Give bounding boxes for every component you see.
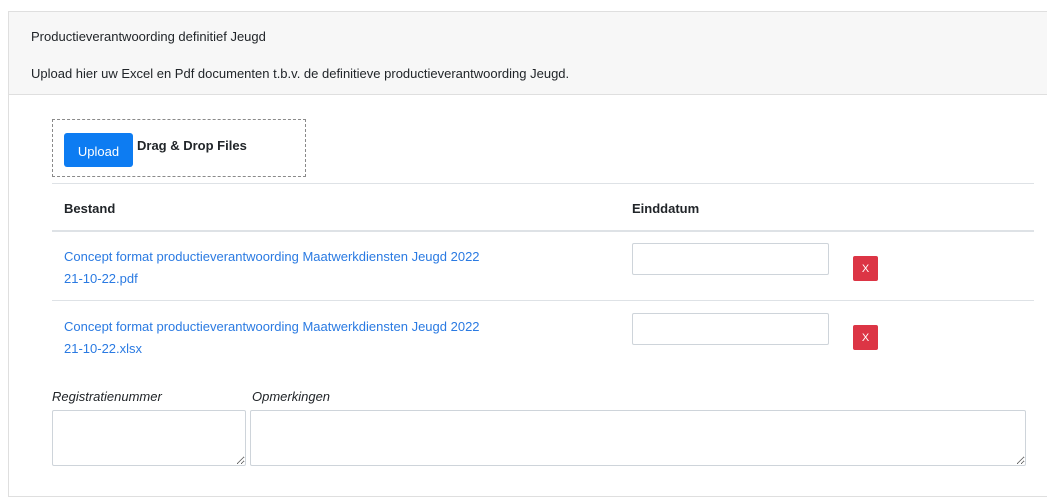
page-title: Productieverantwoording definitief Jeugd: [31, 29, 266, 44]
einddatum-input[interactable]: [632, 313, 829, 345]
upload-button[interactable]: Upload: [64, 133, 133, 167]
column-header-einddatum: Einddatum: [632, 201, 700, 216]
registratienummer-textarea[interactable]: [52, 410, 246, 466]
page-subtitle: Upload hier uw Excel en Pdf documenten t…: [31, 66, 570, 81]
opmerkingen-textarea[interactable]: [250, 410, 1026, 466]
card-header: Productieverantwoording definitief Jeugd…: [9, 12, 1047, 95]
einddatum-input[interactable]: [632, 243, 829, 275]
file-name-line1: Concept format productieverantwoording M…: [64, 249, 480, 264]
table-divider: [52, 300, 1034, 301]
registratienummer-label: Registratienummer: [52, 389, 162, 404]
file-link[interactable]: Concept format productieverantwoording M…: [64, 246, 624, 290]
file-link[interactable]: Concept format productieverantwoording M…: [64, 316, 624, 360]
column-header-bestand: Bestand: [64, 201, 116, 216]
table-divider: [52, 183, 1034, 184]
opmerkingen-label: Opmerkingen: [252, 389, 331, 404]
file-name-line1: Concept format productieverantwoording M…: [64, 319, 480, 334]
delete-file-button[interactable]: X: [853, 256, 878, 281]
file-name-line2: 21-10-22.pdf: [64, 271, 138, 286]
table-header-divider: [52, 230, 1034, 232]
drag-drop-label: Drag & Drop Files: [137, 138, 247, 153]
delete-file-button[interactable]: X: [853, 325, 878, 350]
file-dropzone[interactable]: Upload Drag & Drop Files: [52, 119, 306, 177]
file-name-line2: 21-10-22.xlsx: [64, 341, 143, 356]
upload-card: Productieverantwoording definitief Jeugd…: [8, 11, 1047, 497]
